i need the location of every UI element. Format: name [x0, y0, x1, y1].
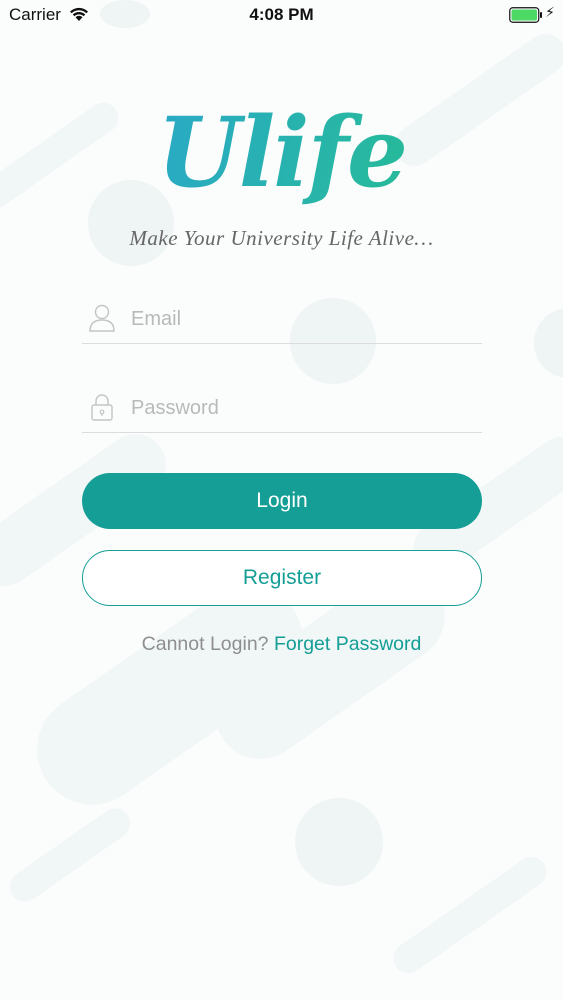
forget-password-link[interactable]: Forget Password	[274, 633, 421, 655]
battery-icon	[509, 7, 543, 28]
cannot-login-text: Cannot Login?	[141, 633, 269, 655]
login-help: Cannot Login? Forget Password	[0, 633, 563, 656]
email-input[interactable]	[129, 301, 473, 337]
bg-stripe	[387, 851, 553, 979]
status-bar: Carrier 4:08 PM ⚡	[0, 0, 563, 30]
email-field	[82, 295, 482, 344]
password-input[interactable]	[129, 390, 473, 426]
logo-wordmark: Ulife	[0, 98, 563, 208]
clock: 4:08 PM	[249, 5, 314, 24]
bg-stripe	[4, 802, 136, 908]
register-button-label: Register	[242, 566, 322, 589]
bg-circle	[534, 308, 563, 378]
app-logo: Ulife Make Your University Life Alive…	[0, 98, 563, 258]
lock-icon	[88, 392, 116, 422]
user-icon	[88, 303, 116, 333]
register-button[interactable]: Register	[82, 550, 482, 606]
logo-tagline: Make Your University Life Alive…	[129, 226, 434, 250]
login-button-label: Login	[256, 489, 308, 512]
charging-icon: ⚡	[545, 4, 555, 20]
bg-circle	[295, 798, 383, 886]
password-field	[82, 384, 482, 433]
login-button[interactable]: Login	[82, 473, 482, 529]
